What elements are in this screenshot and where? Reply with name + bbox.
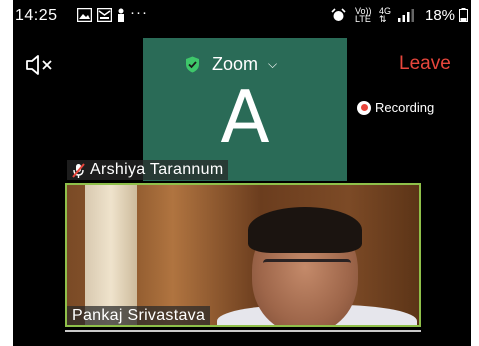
gallery-icon — [77, 8, 92, 22]
leave-button[interactable]: Leave — [399, 53, 451, 75]
status-time: 14:25 — [15, 7, 58, 24]
mic-muted-icon — [72, 162, 85, 178]
recording-indicator[interactable]: Recording — [357, 100, 434, 115]
zoom-screen: 14:25 ··· Vo)) LTE 4G ⇅ 18% A Arshiya Ta… — [13, 0, 471, 346]
participant-tile-pankaj[interactable]: Pankaj Srivastava — [65, 183, 421, 327]
message-icon — [97, 8, 112, 22]
participant-name-label: Arshiya Tarannum — [67, 160, 229, 180]
participant-tile-next[interactable] — [65, 330, 421, 346]
record-icon — [357, 100, 371, 115]
meeting-title: Zoom — [212, 53, 259, 74]
person-icon — [118, 8, 124, 22]
status-bar: 14:25 ··· Vo)) LTE 4G ⇅ 18% — [13, 0, 471, 34]
alarm-icon — [331, 8, 346, 21]
more-notifications: ··· — [130, 4, 148, 21]
speaker-muted-icon[interactable] — [25, 54, 55, 76]
shield-check-icon — [186, 56, 199, 72]
participant-name-label: Pankaj Srivastava — [67, 306, 211, 325]
avatar-letter: A — [220, 74, 270, 159]
battery-percent: 18% — [425, 7, 456, 24]
data-indicator: 4G ⇅ — [379, 6, 392, 24]
chevron-down-icon: ⌵ — [268, 56, 278, 71]
meeting-title-button[interactable]: Zoom ⌵ — [185, 52, 277, 76]
battery-icon — [459, 8, 468, 22]
volte-indicator: Vo)) LTE — [355, 6, 372, 24]
recording-label: Recording — [375, 100, 435, 115]
signal-icon — [398, 9, 414, 22]
